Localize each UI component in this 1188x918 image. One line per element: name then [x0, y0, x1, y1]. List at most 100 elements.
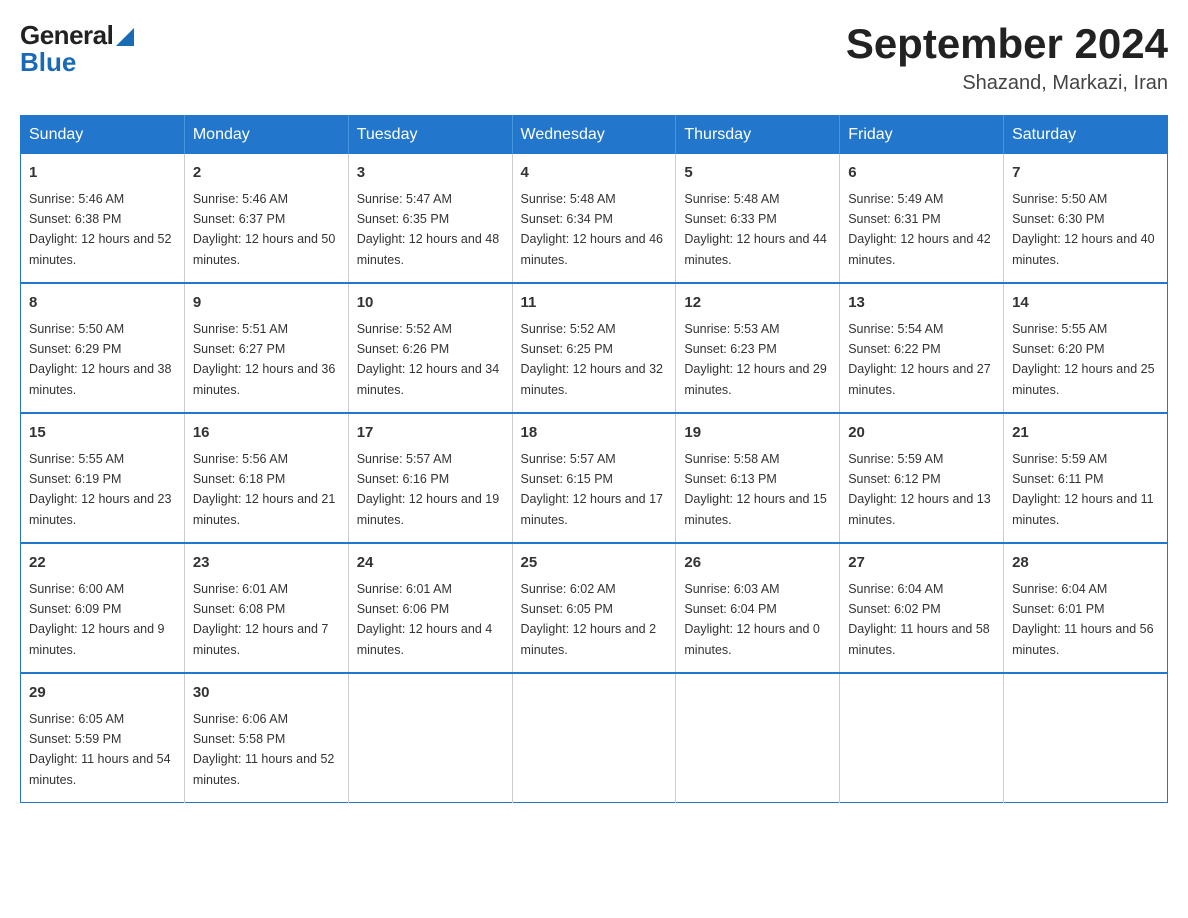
day-number: 16 — [193, 422, 340, 445]
day-info: Sunrise: 5:55 AMSunset: 6:20 PMDaylight:… — [1012, 322, 1154, 397]
day-info: Sunrise: 5:51 AMSunset: 6:27 PMDaylight:… — [193, 322, 335, 397]
day-number: 24 — [357, 552, 504, 575]
day-number: 8 — [29, 292, 176, 315]
location-subtitle: Shazand, Markazi, Iran — [846, 72, 1168, 95]
table-row: 22 Sunrise: 6:00 AMSunset: 6:09 PMDaylig… — [21, 543, 185, 673]
day-info: Sunrise: 6:05 AMSunset: 5:59 PMDaylight:… — [29, 712, 171, 787]
table-row: 20 Sunrise: 5:59 AMSunset: 6:12 PMDaylig… — [840, 413, 1004, 543]
table-row: 21 Sunrise: 5:59 AMSunset: 6:11 PMDaylig… — [1004, 413, 1168, 543]
day-number: 28 — [1012, 552, 1159, 575]
table-row: 17 Sunrise: 5:57 AMSunset: 6:16 PMDaylig… — [348, 413, 512, 543]
day-info: Sunrise: 5:59 AMSunset: 6:11 PMDaylight:… — [1012, 452, 1154, 527]
day-info: Sunrise: 5:55 AMSunset: 6:19 PMDaylight:… — [29, 452, 171, 527]
day-info: Sunrise: 5:48 AMSunset: 6:33 PMDaylight:… — [684, 192, 826, 267]
col-saturday: Saturday — [1004, 116, 1168, 155]
table-row: 16 Sunrise: 5:56 AMSunset: 6:18 PMDaylig… — [184, 413, 348, 543]
day-number: 10 — [357, 292, 504, 315]
table-row — [676, 673, 840, 803]
table-row: 10 Sunrise: 5:52 AMSunset: 6:26 PMDaylig… — [348, 283, 512, 413]
calendar-week-row: 22 Sunrise: 6:00 AMSunset: 6:09 PMDaylig… — [21, 543, 1168, 673]
table-row: 18 Sunrise: 5:57 AMSunset: 6:15 PMDaylig… — [512, 413, 676, 543]
table-row: 27 Sunrise: 6:04 AMSunset: 6:02 PMDaylig… — [840, 543, 1004, 673]
day-info: Sunrise: 6:03 AMSunset: 6:04 PMDaylight:… — [684, 582, 820, 657]
day-number: 2 — [193, 162, 340, 185]
day-number: 11 — [521, 292, 668, 315]
calendar-week-row: 29 Sunrise: 6:05 AMSunset: 5:59 PMDaylig… — [21, 673, 1168, 803]
table-row: 23 Sunrise: 6:01 AMSunset: 6:08 PMDaylig… — [184, 543, 348, 673]
day-info: Sunrise: 5:48 AMSunset: 6:34 PMDaylight:… — [521, 192, 663, 267]
day-info: Sunrise: 5:54 AMSunset: 6:22 PMDaylight:… — [848, 322, 990, 397]
day-number: 26 — [684, 552, 831, 575]
day-info: Sunrise: 5:46 AMSunset: 6:38 PMDaylight:… — [29, 192, 171, 267]
table-row: 14 Sunrise: 5:55 AMSunset: 6:20 PMDaylig… — [1004, 283, 1168, 413]
table-row: 12 Sunrise: 5:53 AMSunset: 6:23 PMDaylig… — [676, 283, 840, 413]
day-info: Sunrise: 5:49 AMSunset: 6:31 PMDaylight:… — [848, 192, 990, 267]
table-row — [1004, 673, 1168, 803]
day-info: Sunrise: 6:02 AMSunset: 6:05 PMDaylight:… — [521, 582, 657, 657]
table-row: 4 Sunrise: 5:48 AMSunset: 6:34 PMDayligh… — [512, 154, 676, 283]
table-row: 19 Sunrise: 5:58 AMSunset: 6:13 PMDaylig… — [676, 413, 840, 543]
table-row: 5 Sunrise: 5:48 AMSunset: 6:33 PMDayligh… — [676, 154, 840, 283]
table-row — [840, 673, 1004, 803]
col-friday: Friday — [840, 116, 1004, 155]
table-row — [512, 673, 676, 803]
day-number: 5 — [684, 162, 831, 185]
day-info: Sunrise: 5:56 AMSunset: 6:18 PMDaylight:… — [193, 452, 335, 527]
day-info: Sunrise: 5:52 AMSunset: 6:25 PMDaylight:… — [521, 322, 663, 397]
calendar-header-row: Sunday Monday Tuesday Wednesday Thursday… — [21, 116, 1168, 155]
table-row: 11 Sunrise: 5:52 AMSunset: 6:25 PMDaylig… — [512, 283, 676, 413]
day-info: Sunrise: 5:47 AMSunset: 6:35 PMDaylight:… — [357, 192, 499, 267]
page-header: General Blue September 2024 Shazand, Mar… — [20, 20, 1168, 95]
logo: General Blue — [20, 20, 134, 78]
title-section: September 2024 Shazand, Markazi, Iran — [846, 20, 1168, 95]
day-number: 21 — [1012, 422, 1159, 445]
table-row: 28 Sunrise: 6:04 AMSunset: 6:01 PMDaylig… — [1004, 543, 1168, 673]
day-number: 15 — [29, 422, 176, 445]
col-monday: Monday — [184, 116, 348, 155]
table-row: 2 Sunrise: 5:46 AMSunset: 6:37 PMDayligh… — [184, 154, 348, 283]
table-row: 7 Sunrise: 5:50 AMSunset: 6:30 PMDayligh… — [1004, 154, 1168, 283]
table-row: 25 Sunrise: 6:02 AMSunset: 6:05 PMDaylig… — [512, 543, 676, 673]
table-row: 1 Sunrise: 5:46 AMSunset: 6:38 PMDayligh… — [21, 154, 185, 283]
day-number: 6 — [848, 162, 995, 185]
day-info: Sunrise: 6:01 AMSunset: 6:08 PMDaylight:… — [193, 582, 329, 657]
day-number: 19 — [684, 422, 831, 445]
day-number: 27 — [848, 552, 995, 575]
col-thursday: Thursday — [676, 116, 840, 155]
day-number: 13 — [848, 292, 995, 315]
calendar-week-row: 1 Sunrise: 5:46 AMSunset: 6:38 PMDayligh… — [21, 154, 1168, 283]
table-row: 15 Sunrise: 5:55 AMSunset: 6:19 PMDaylig… — [21, 413, 185, 543]
day-info: Sunrise: 5:53 AMSunset: 6:23 PMDaylight:… — [684, 322, 826, 397]
day-info: Sunrise: 5:58 AMSunset: 6:13 PMDaylight:… — [684, 452, 826, 527]
table-row: 9 Sunrise: 5:51 AMSunset: 6:27 PMDayligh… — [184, 283, 348, 413]
day-number: 12 — [684, 292, 831, 315]
day-number: 3 — [357, 162, 504, 185]
day-info: Sunrise: 6:00 AMSunset: 6:09 PMDaylight:… — [29, 582, 165, 657]
logo-triangle-icon — [116, 28, 134, 46]
day-number: 23 — [193, 552, 340, 575]
month-title: September 2024 — [846, 20, 1168, 68]
col-tuesday: Tuesday — [348, 116, 512, 155]
table-row: 26 Sunrise: 6:03 AMSunset: 6:04 PMDaylig… — [676, 543, 840, 673]
calendar-week-row: 8 Sunrise: 5:50 AMSunset: 6:29 PMDayligh… — [21, 283, 1168, 413]
day-info: Sunrise: 6:04 AMSunset: 6:01 PMDaylight:… — [1012, 582, 1154, 657]
day-number: 18 — [521, 422, 668, 445]
table-row: 24 Sunrise: 6:01 AMSunset: 6:06 PMDaylig… — [348, 543, 512, 673]
table-row: 8 Sunrise: 5:50 AMSunset: 6:29 PMDayligh… — [21, 283, 185, 413]
day-info: Sunrise: 5:50 AMSunset: 6:29 PMDaylight:… — [29, 322, 171, 397]
day-number: 7 — [1012, 162, 1159, 185]
day-info: Sunrise: 6:06 AMSunset: 5:58 PMDaylight:… — [193, 712, 335, 787]
day-number: 1 — [29, 162, 176, 185]
table-row: 29 Sunrise: 6:05 AMSunset: 5:59 PMDaylig… — [21, 673, 185, 803]
col-sunday: Sunday — [21, 116, 185, 155]
day-info: Sunrise: 5:52 AMSunset: 6:26 PMDaylight:… — [357, 322, 499, 397]
day-info: Sunrise: 5:57 AMSunset: 6:16 PMDaylight:… — [357, 452, 499, 527]
day-number: 14 — [1012, 292, 1159, 315]
calendar-table: Sunday Monday Tuesday Wednesday Thursday… — [20, 115, 1168, 803]
col-wednesday: Wednesday — [512, 116, 676, 155]
day-number: 25 — [521, 552, 668, 575]
table-row: 30 Sunrise: 6:06 AMSunset: 5:58 PMDaylig… — [184, 673, 348, 803]
calendar-week-row: 15 Sunrise: 5:55 AMSunset: 6:19 PMDaylig… — [21, 413, 1168, 543]
day-info: Sunrise: 6:04 AMSunset: 6:02 PMDaylight:… — [848, 582, 990, 657]
day-info: Sunrise: 5:50 AMSunset: 6:30 PMDaylight:… — [1012, 192, 1154, 267]
